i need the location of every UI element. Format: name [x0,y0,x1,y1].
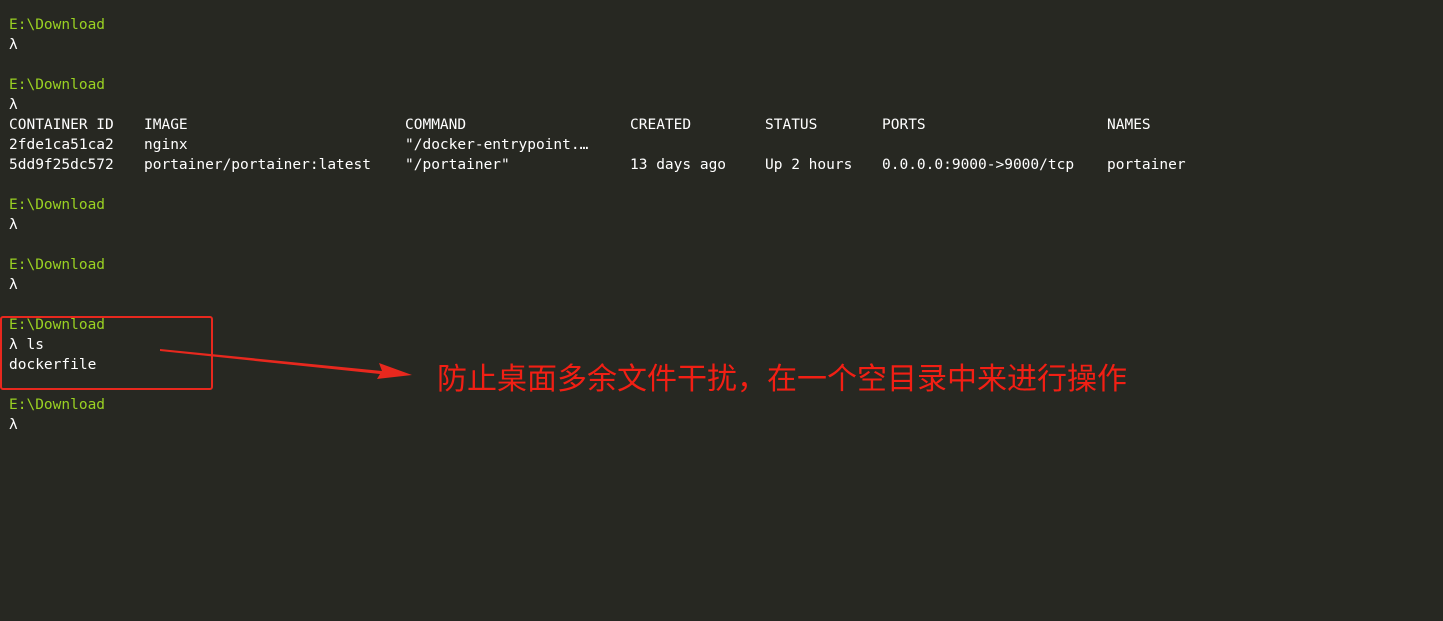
header-ports: PORTS [882,117,926,133]
prompt-path: E:\Download [9,197,106,213]
header-created: CREATED [630,117,692,133]
prompt-line: λ [9,275,18,295]
header-status: STATUS [765,117,818,133]
lambda-prompt: λ [9,37,18,53]
prompt-line: λ [9,415,18,435]
image: portainer/portainer:latest [144,157,371,173]
container-id: 2fde1ca51ca2 [9,137,114,153]
command: "/docker-entrypoint.… [405,137,589,153]
created: 13 days ago [630,157,727,173]
prompt-path: E:\Download [9,17,106,33]
lambda-prompt: λ [9,97,18,113]
prompt-line: λ [9,35,18,55]
container-id: 5dd9f25dc572 [9,157,114,173]
lambda-prompt: λ [9,217,18,233]
terminal-window[interactable]: E:\Download λ E:\Download λ CONTAINER ID… [0,0,1443,621]
header-names: NAMES [1107,117,1151,133]
header-container-id: CONTAINER ID [9,117,114,133]
status: Up 2 hours [765,157,853,173]
header-image: IMAGE [144,117,188,133]
ports: 0.0.0.0:9000->9000/tcp [882,157,1075,173]
header-command: COMMAND [405,117,467,133]
lambda-prompt: λ [9,417,18,433]
prompt-line: λ [9,95,18,115]
prompt-path: E:\Download [9,77,106,93]
prompt-path: E:\Download [9,397,106,413]
image: nginx [144,137,188,153]
names: portainer [1107,157,1186,173]
arrow-icon [160,349,412,379]
prompt-line: λ [9,215,18,235]
lambda-prompt: λ [9,277,18,293]
annotation-text: 防止桌面多余文件干扰，在一个空目录中来进行操作 [437,362,1127,397]
command: "/portainer" [405,157,510,173]
prompt-path: E:\Download [9,257,106,273]
